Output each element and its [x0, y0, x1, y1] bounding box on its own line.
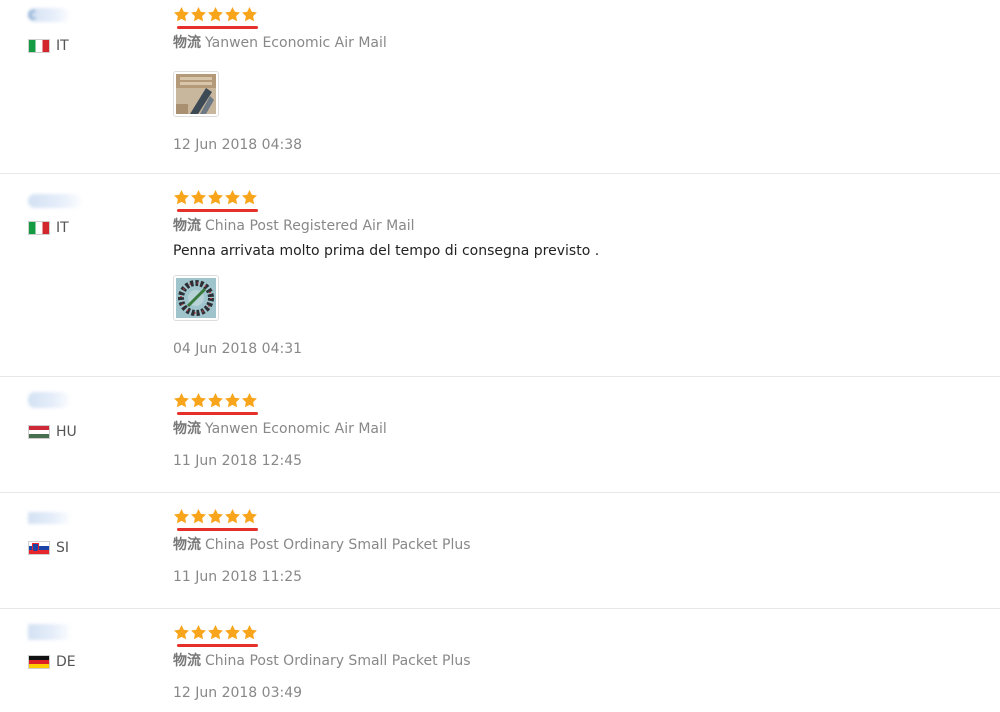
- pen-photo-icon: [176, 74, 216, 114]
- review-photo-thumbnail[interactable]: [173, 71, 219, 117]
- reviewer-name-redacted: [28, 194, 82, 208]
- italy-flag-icon: [28, 221, 50, 235]
- star-icon: [208, 509, 223, 524]
- review-content: 物流 Yanwen Economic Air Mail 12 Jun 2018 0…: [173, 6, 980, 166]
- star-icon: [225, 509, 240, 524]
- rating-underline: [177, 26, 258, 29]
- pens-circle-photo-icon: [176, 278, 216, 318]
- shipping-method: 物流 China Post Registered Air Mail: [173, 215, 415, 235]
- review-item: DE 物流 China Post Ordinary Small Packet Pl…: [0, 608, 1000, 712]
- star-icon: [208, 7, 223, 22]
- germany-flag-icon: [28, 655, 50, 669]
- logistics-label: 物流: [173, 35, 201, 51]
- star-icon: [242, 393, 257, 408]
- logistics-label: 物流: [173, 537, 201, 553]
- country-code: IT: [56, 220, 69, 236]
- reviewer-country: IT: [28, 38, 69, 54]
- rating-underline: [177, 528, 258, 531]
- review-item: c IT 物流 Yanwen Economic Air Mail 12 Jun …: [0, 0, 1000, 174]
- star-icon: [225, 393, 240, 408]
- country-code: IT: [56, 38, 69, 54]
- shipping-method-name: China Post Ordinary Small Packet Plus: [205, 537, 471, 553]
- star-icon: [242, 509, 257, 524]
- star-icon: [191, 509, 206, 524]
- star-icon: [208, 393, 223, 408]
- star-icon: [208, 625, 223, 640]
- country-code: DE: [56, 654, 76, 670]
- review-date: 11 Jun 2018 12:45: [173, 453, 303, 469]
- shipping-method: 物流 China Post Ordinary Small Packet Plus: [173, 534, 471, 554]
- star-icon: [191, 393, 206, 408]
- review-item: IT 物流 China Post Registered Air Mail Penn…: [0, 173, 1000, 377]
- star-icon: [174, 393, 189, 408]
- star-icon: [225, 7, 240, 22]
- logistics-label: 物流: [173, 421, 201, 437]
- star-icon: [242, 7, 257, 22]
- reviewer-country: DE: [28, 654, 76, 670]
- reviewer-name-redacted: [28, 392, 70, 408]
- star-rating: [173, 392, 258, 414]
- review-feedback-text: Penna arrivata molto prima del tempo di …: [173, 243, 600, 259]
- star-icon: [191, 625, 206, 640]
- rating-underline: [177, 209, 258, 212]
- star-rating: [173, 189, 258, 211]
- star-rating: [173, 6, 258, 28]
- hungary-flag-icon: [28, 425, 50, 439]
- review-date: 12 Jun 2018 03:49: [173, 685, 303, 701]
- country-code: SI: [56, 540, 70, 556]
- shipping-method-name: Yanwen Economic Air Mail: [205, 421, 387, 437]
- shipping-method-name: China Post Registered Air Mail: [205, 218, 415, 234]
- shipping-method: 物流 China Post Ordinary Small Packet Plus: [173, 650, 471, 670]
- rating-underline: [177, 644, 258, 647]
- country-code: HU: [56, 424, 77, 440]
- review-content: 物流 China Post Ordinary Small Packet Plus …: [173, 508, 980, 604]
- reviewer-country: SI: [28, 540, 69, 556]
- shipping-method-name: China Post Ordinary Small Packet Plus: [205, 653, 471, 669]
- shipping-method: 物流 Yanwen Economic Air Mail: [173, 418, 387, 438]
- review-item: HU 物流 Yanwen Economic Air Mail 11 Jun 201…: [0, 376, 1000, 493]
- italy-flag-icon: [28, 39, 50, 53]
- review-date: 12 Jun 2018 04:38: [173, 137, 303, 153]
- star-icon: [191, 7, 206, 22]
- review-date: 11 Jun 2018 11:25: [173, 569, 303, 585]
- reviewer-name-redacted: c: [28, 5, 70, 23]
- review-content: 物流 China Post Ordinary Small Packet Plus …: [173, 624, 980, 712]
- shipping-method-name: Yanwen Economic Air Mail: [205, 35, 387, 51]
- star-icon: [174, 509, 189, 524]
- logistics-label: 物流: [173, 653, 201, 669]
- logistics-label: 物流: [173, 218, 201, 234]
- star-icon: [191, 190, 206, 205]
- shipping-method: 物流 Yanwen Economic Air Mail: [173, 32, 387, 52]
- star-icon: [225, 190, 240, 205]
- star-icon: [225, 625, 240, 640]
- review-content: 物流 Yanwen Economic Air Mail 11 Jun 2018 1…: [173, 392, 980, 488]
- star-rating: [173, 508, 258, 530]
- star-icon: [174, 625, 189, 640]
- star-icon: [242, 625, 257, 640]
- rating-underline: [177, 412, 258, 415]
- slovenia-flag-icon: [28, 541, 50, 555]
- star-icon: [208, 190, 223, 205]
- star-icon: [242, 190, 257, 205]
- reviewer-country: HU: [28, 424, 77, 440]
- review-content: 物流 China Post Registered Air Mail Penna a…: [173, 189, 980, 369]
- review-photo-thumbnail[interactable]: [173, 275, 219, 321]
- star-icon: [174, 7, 189, 22]
- star-rating: [173, 624, 258, 646]
- reviewer-name-redacted: [28, 512, 70, 524]
- star-icon: [174, 190, 189, 205]
- review-item: SI 物流 China Post Ordinary Small Packet Pl…: [0, 492, 1000, 609]
- reviewer-name-redacted: [28, 624, 70, 640]
- review-date: 04 Jun 2018 04:31: [173, 341, 303, 357]
- reviewer-country: IT: [28, 220, 69, 236]
